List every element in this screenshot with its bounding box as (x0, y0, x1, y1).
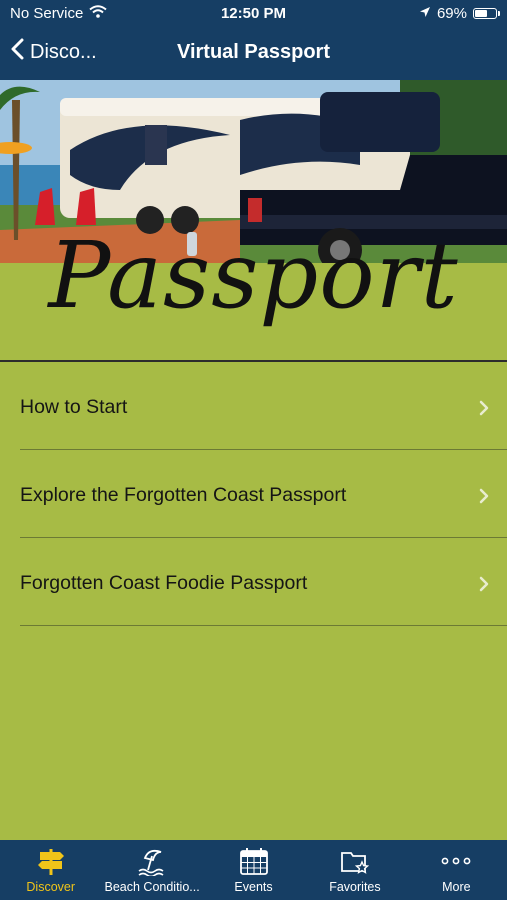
more-icon (441, 845, 471, 877)
hero-banner: Passport (0, 80, 507, 362)
tab-more[interactable]: More (406, 840, 507, 900)
list-item-foodie-passport[interactable]: Forgotten Coast Foodie Passport (0, 538, 507, 626)
tab-discover[interactable]: Discover (0, 840, 101, 900)
favorites-folder-icon (340, 845, 370, 877)
tab-label: Favorites (329, 880, 381, 894)
tab-label: Beach Conditio... (104, 880, 200, 894)
page-title: Virtual Passport (176, 41, 331, 63)
list-item-explore-passport[interactable]: Explore the Forgotten Coast Passport (0, 450, 507, 538)
clock-text: 12:50 PM (220, 5, 287, 22)
signpost-icon (36, 845, 66, 877)
passport-menu-list: How to Start Explore the Forgotten Coast… (0, 362, 507, 626)
status-bar: No Service 12:50 PM 69% (0, 0, 507, 28)
tab-beach-conditions[interactable]: Beach Conditio... (101, 840, 202, 900)
row-divider (20, 625, 507, 626)
list-item-label: Forgotten Coast Foodie Passport (20, 572, 308, 594)
tab-events[interactable]: Events (203, 840, 304, 900)
tab-label: Discover (26, 880, 76, 894)
tab-label: Events (234, 880, 273, 894)
list-item-how-to-start[interactable]: How to Start (0, 362, 507, 450)
list-item-label: Explore the Forgotten Coast Passport (20, 484, 347, 506)
tab-label: More (442, 880, 471, 894)
passport-script-title: Passport (48, 222, 459, 329)
chevron-right-icon (479, 400, 489, 421)
battery-icon (473, 8, 500, 19)
navigation-bar: Disco... Virtual Passport (0, 28, 507, 80)
tab-bar: Discover Beach Conditio... Events Favori… (0, 840, 507, 900)
location-arrow-icon (419, 5, 431, 22)
tab-favorites[interactable]: Favorites (304, 840, 405, 900)
umbrella-beach-icon (137, 845, 167, 877)
chevron-right-icon (479, 576, 489, 597)
list-item-label: How to Start (20, 396, 128, 418)
chevron-right-icon (479, 488, 489, 509)
battery-percent: 69% (436, 5, 467, 22)
calendar-icon (239, 845, 269, 877)
